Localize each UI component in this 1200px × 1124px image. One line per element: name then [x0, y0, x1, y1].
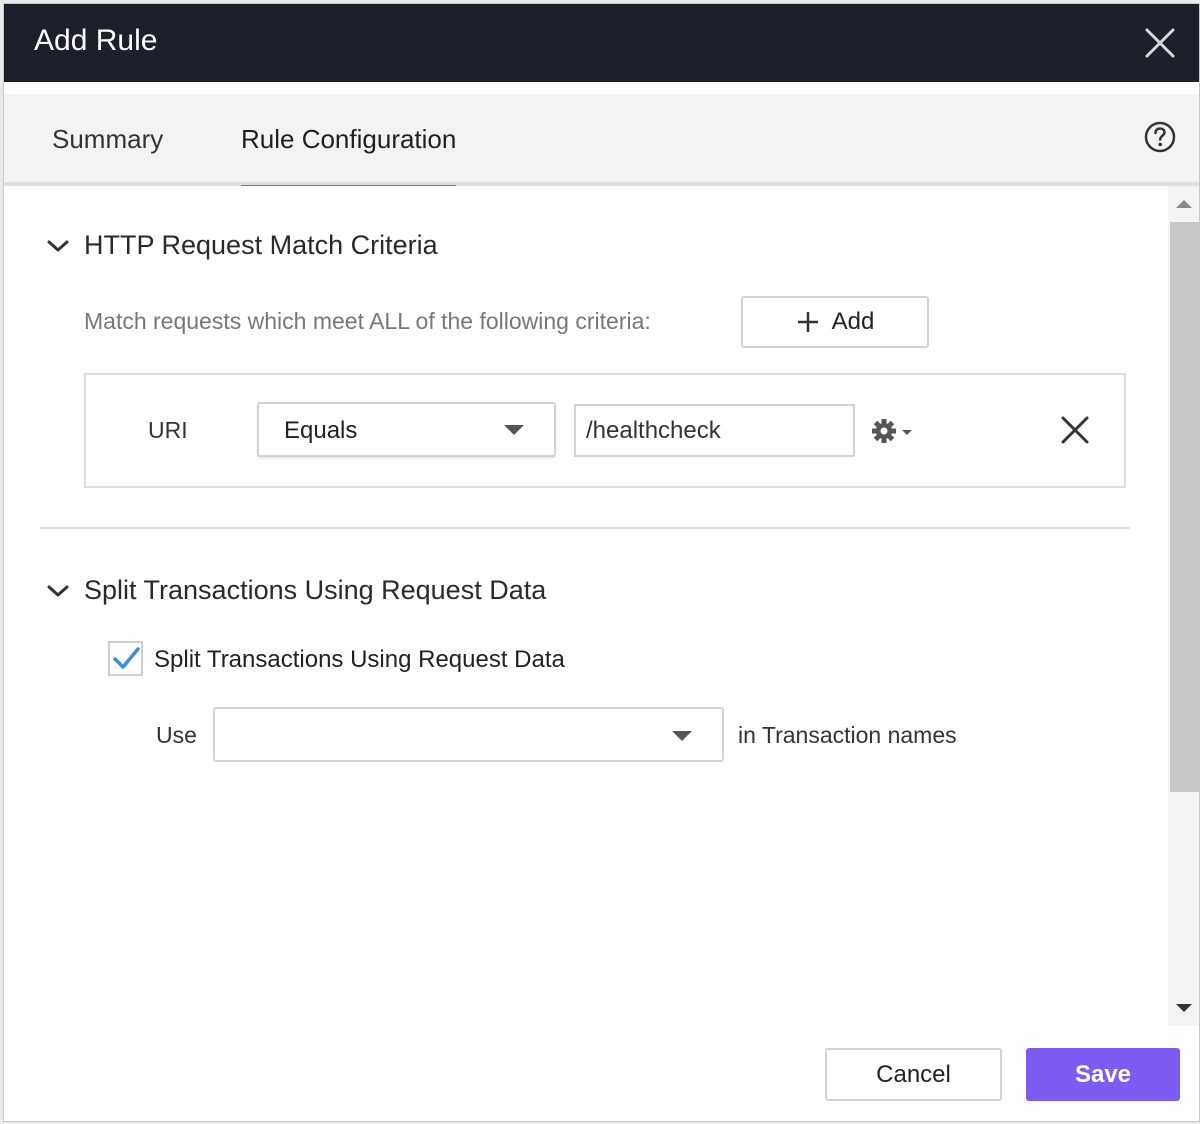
split-transactions-label[interactable]: Split Transactions Using Request Data — [154, 646, 565, 674]
cancel-button[interactable]: Cancel — [825, 1048, 1002, 1101]
criteria-value-input[interactable] — [574, 404, 855, 457]
request-data-select[interactable] — [213, 707, 724, 762]
tab-summary[interactable]: Summary — [52, 124, 163, 186]
tab-rule-configuration[interactable]: Rule Configuration — [241, 124, 457, 190]
scrollbar-thumb[interactable] — [1170, 222, 1199, 792]
help-icon[interactable] — [1143, 120, 1177, 154]
section-title: HTTP Request Match Criteria — [84, 230, 438, 260]
dropdown-caret-icon — [672, 731, 692, 741]
rule-configuration-panel: HTTP Request Match Criteria Match reques… — [4, 186, 1170, 1026]
vertical-scrollbar[interactable] — [1168, 186, 1199, 1026]
checkmark-icon — [113, 647, 140, 669]
operator-select[interactable]: Equals — [257, 402, 556, 457]
gear-icon[interactable] — [871, 417, 917, 445]
plus-icon — [797, 312, 818, 332]
section-divider — [40, 527, 1130, 529]
section-title: Split Transactions Using Request Data — [84, 575, 547, 605]
save-button[interactable]: Save — [1026, 1048, 1180, 1101]
criteria-field-label: URI — [148, 417, 188, 443]
criteria-row: URI Equals — [84, 373, 1126, 488]
chevron-down-icon — [47, 585, 69, 596]
remove-criteria-icon[interactable] — [1058, 413, 1092, 447]
dropdown-caret-icon — [504, 425, 524, 435]
add-criteria-button[interactable]: Add — [741, 296, 929, 348]
operator-value: Equals — [284, 417, 358, 444]
dialog-footer: Cancel Save — [4, 1026, 1199, 1121]
chevron-down-icon — [47, 240, 69, 251]
split-section-toggle[interactable]: Split Transactions Using Request Data — [46, 575, 546, 606]
add-rule-dialog: Add Rule Summary Rule Configuration HTTP… — [3, 3, 1200, 1122]
match-criteria-section-toggle[interactable]: HTTP Request Match Criteria — [46, 230, 438, 261]
dialog-title: Add Rule — [34, 24, 158, 57]
dialog-titlebar: Add Rule — [4, 4, 1199, 82]
tab-bar: Summary Rule Configuration — [4, 94, 1199, 190]
add-button-label: Add — [831, 308, 875, 335]
close-icon[interactable] — [1143, 26, 1177, 60]
transaction-names-label: in Transaction names — [738, 722, 957, 748]
use-label: Use — [156, 722, 197, 748]
scroll-up-icon[interactable] — [1176, 200, 1192, 208]
scroll-down-icon[interactable] — [1176, 1004, 1192, 1012]
criteria-description: Match requests which meet ALL of the fol… — [84, 308, 651, 334]
split-transactions-checkbox[interactable] — [108, 641, 143, 676]
